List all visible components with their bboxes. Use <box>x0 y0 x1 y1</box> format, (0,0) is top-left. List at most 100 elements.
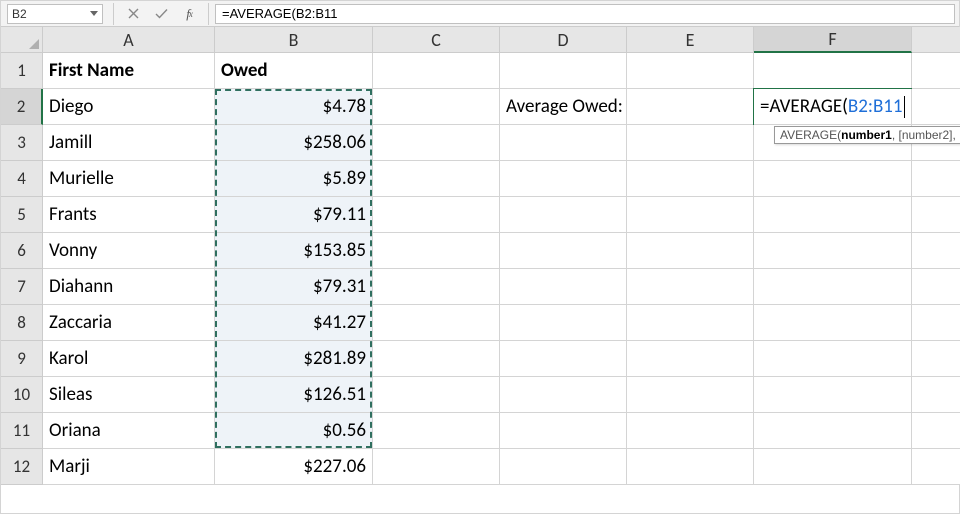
chevron-down-icon[interactable] <box>90 11 98 16</box>
cell-C2[interactable] <box>373 89 500 125</box>
row-header-4[interactable]: 4 <box>1 161 43 197</box>
cell-B5[interactable]: $79.11 <box>215 197 373 233</box>
cell-A3[interactable]: Jamill <box>43 125 215 161</box>
cancel-icon[interactable] <box>126 7 140 21</box>
cell-E11[interactable] <box>627 413 754 449</box>
cell-B1[interactable]: Owed <box>215 53 373 89</box>
cell-F2[interactable]: =AVERAGE(B2:B11 <box>754 89 912 125</box>
cell-D6[interactable] <box>500 233 627 269</box>
cell-A2[interactable]: Diego <box>43 89 215 125</box>
formula-input[interactable]: =AVERAGE(B2:B11 <box>215 4 955 24</box>
row-header-2[interactable]: 2 <box>1 89 43 125</box>
cell-E2[interactable] <box>627 89 754 125</box>
cell-C8[interactable] <box>373 305 500 341</box>
column-header-G[interactable]: G <box>912 27 960 53</box>
cell-G7[interactable] <box>912 269 960 305</box>
cell-C5[interactable] <box>373 197 500 233</box>
cell-D12[interactable] <box>500 449 627 485</box>
cell-B10[interactable]: $126.51 <box>215 377 373 413</box>
cell-E5[interactable] <box>627 197 754 233</box>
row-header-8[interactable]: 8 <box>1 305 43 341</box>
column-header-B[interactable]: B <box>215 27 373 53</box>
cell-E9[interactable] <box>627 341 754 377</box>
cell-B3[interactable]: $258.06 <box>215 125 373 161</box>
enter-icon[interactable] <box>154 7 168 21</box>
cell-D8[interactable] <box>500 305 627 341</box>
name-box[interactable]: B2 <box>7 4 103 24</box>
cell-F12[interactable] <box>754 449 912 485</box>
cell-A10[interactable]: Sileas <box>43 377 215 413</box>
cell-C4[interactable] <box>373 161 500 197</box>
cell-D3[interactable] <box>500 125 627 161</box>
cell-E10[interactable] <box>627 377 754 413</box>
cell-E12[interactable] <box>627 449 754 485</box>
cell-F9[interactable] <box>754 341 912 377</box>
cell-B2[interactable]: $4.78 <box>215 89 373 125</box>
cell-G10[interactable] <box>912 377 960 413</box>
cell-G4[interactable] <box>912 161 960 197</box>
cell-F7[interactable] <box>754 269 912 305</box>
cell-F10[interactable] <box>754 377 912 413</box>
cell-D4[interactable] <box>500 161 627 197</box>
cell-G8[interactable] <box>912 305 960 341</box>
cell-D11[interactable] <box>500 413 627 449</box>
cell-D9[interactable] <box>500 341 627 377</box>
cell-F1[interactable] <box>754 53 912 89</box>
cell-G5[interactable] <box>912 197 960 233</box>
cell-F11[interactable] <box>754 413 912 449</box>
column-header-E[interactable]: E <box>627 27 754 53</box>
cell-A12[interactable]: Marji <box>43 449 215 485</box>
cell-B4[interactable]: $5.89 <box>215 161 373 197</box>
row-header-3[interactable]: 3 <box>1 125 43 161</box>
column-header-D[interactable]: D <box>500 27 627 53</box>
cell-G12[interactable] <box>912 449 960 485</box>
cell-B12[interactable]: $227.06 <box>215 449 373 485</box>
cell-C12[interactable] <box>373 449 500 485</box>
cell-G6[interactable] <box>912 233 960 269</box>
column-header-A[interactable]: A <box>43 27 215 53</box>
cell-C9[interactable] <box>373 341 500 377</box>
cell-A5[interactable]: Frants <box>43 197 215 233</box>
cell-B6[interactable]: $153.85 <box>215 233 373 269</box>
cell-D10[interactable] <box>500 377 627 413</box>
cell-E4[interactable] <box>627 161 754 197</box>
cell-C1[interactable] <box>373 53 500 89</box>
cell-B7[interactable]: $79.31 <box>215 269 373 305</box>
cell-G2[interactable] <box>912 89 960 125</box>
cell-F6[interactable] <box>754 233 912 269</box>
row-header-7[interactable]: 7 <box>1 269 43 305</box>
cell-D1[interactable] <box>500 53 627 89</box>
cell-A1[interactable]: First Name <box>43 53 215 89</box>
cell-E3[interactable] <box>627 125 754 161</box>
row-header-5[interactable]: 5 <box>1 197 43 233</box>
cell-G11[interactable] <box>912 413 960 449</box>
cell-A8[interactable]: Zaccaria <box>43 305 215 341</box>
cell-G9[interactable] <box>912 341 960 377</box>
cell-A7[interactable]: Diahann <box>43 269 215 305</box>
cell-C7[interactable] <box>373 269 500 305</box>
row-header-12[interactable]: 12 <box>1 449 43 485</box>
cell-F5[interactable] <box>754 197 912 233</box>
cell-A6[interactable]: Vonny <box>43 233 215 269</box>
row-header-1[interactable]: 1 <box>1 53 43 89</box>
cell-D2[interactable]: Average Owed: <box>500 89 627 125</box>
cell-B8[interactable]: $41.27 <box>215 305 373 341</box>
fx-icon[interactable]: fx <box>182 7 196 21</box>
cell-E6[interactable] <box>627 233 754 269</box>
cell-C10[interactable] <box>373 377 500 413</box>
cell-A11[interactable]: Oriana <box>43 413 215 449</box>
cell-G1[interactable] <box>912 53 960 89</box>
row-header-10[interactable]: 10 <box>1 377 43 413</box>
spreadsheet-grid[interactable]: ABCDEFG1First NameOwed2Diego$4.78Average… <box>1 27 959 485</box>
cell-B11[interactable]: $0.56 <box>215 413 373 449</box>
column-header-F[interactable]: F <box>754 27 912 53</box>
select-all-corner[interactable] <box>1 27 43 53</box>
cell-B9[interactable]: $281.89 <box>215 341 373 377</box>
cell-C3[interactable] <box>373 125 500 161</box>
cell-C11[interactable] <box>373 413 500 449</box>
cell-E8[interactable] <box>627 305 754 341</box>
cell-C6[interactable] <box>373 233 500 269</box>
cell-D5[interactable] <box>500 197 627 233</box>
row-header-9[interactable]: 9 <box>1 341 43 377</box>
cell-A9[interactable]: Karol <box>43 341 215 377</box>
